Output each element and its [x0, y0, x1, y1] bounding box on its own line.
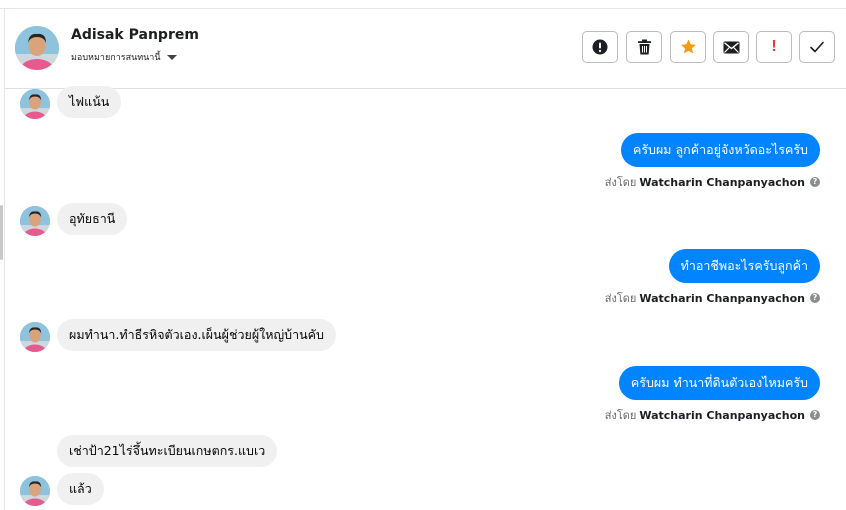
incoming-message: เช่าป้า21ไร่จึ้นทะเบียนเกษตกร.แบเว	[57, 435, 278, 467]
incoming-message: อุทัยธานี	[57, 203, 128, 235]
outgoing-message: ครับผม ทำนาที่ดินตัวเองไหมครับ	[618, 366, 820, 400]
star-button[interactable]	[670, 31, 706, 63]
agent-name: Watcharin Chanpanyachon	[639, 175, 805, 189]
sent-by-label: ส่งโดย Watcharin Chanpanyachon ?	[605, 289, 820, 307]
incoming-message: แล้ว	[57, 473, 104, 505]
sent-by-prefix: ส่งโดย	[604, 292, 637, 305]
sender-avatar[interactable]	[20, 206, 50, 236]
exclamation-icon: !	[771, 38, 777, 55]
assign-conversation-dropdown[interactable]: มอบหมายการสนทนานี้	[71, 50, 177, 64]
help-icon[interactable]: ?	[810, 293, 820, 303]
alert-circle-icon	[592, 39, 608, 55]
scrollbar-handle[interactable]	[0, 205, 3, 260]
contact-avatar[interactable]	[15, 26, 59, 70]
checkmark-icon	[810, 41, 824, 53]
assign-label: มอบหมายการสนทนานี้	[71, 53, 161, 63]
mark-spam-button[interactable]: !	[756, 31, 792, 63]
star-icon	[680, 39, 696, 54]
outgoing-message: ทำอาชีพอะไรครับลูกค้า	[668, 249, 820, 283]
sender-avatar[interactable]	[20, 476, 50, 506]
mark-alert-button[interactable]	[582, 31, 618, 63]
sender-avatar[interactable]	[20, 322, 50, 352]
conversation-header: Adisak Panprem มอบหมายการสนทนานี้ !	[5, 9, 846, 89]
incoming-message: ไฟแน้น	[57, 86, 122, 118]
sender-avatar[interactable]	[20, 89, 50, 119]
mark-done-button[interactable]	[799, 31, 835, 63]
sent-by-prefix: ส่งโดย	[604, 176, 637, 189]
sent-by-prefix: ส่งโดย	[604, 409, 637, 422]
sent-by-label: ส่งโดย Watcharin Chanpanyachon ?	[605, 173, 820, 191]
agent-name: Watcharin Chanpanyachon	[639, 408, 805, 422]
help-icon[interactable]: ?	[810, 410, 820, 420]
agent-name: Watcharin Chanpanyachon	[639, 291, 805, 305]
contact-name[interactable]: Adisak Panprem	[71, 27, 199, 43]
sent-by-label: ส่งโดย Watcharin Chanpanyachon ?	[605, 406, 820, 424]
mail-icon	[723, 41, 739, 53]
trash-icon	[637, 39, 651, 55]
delete-button[interactable]	[626, 31, 662, 63]
incoming-message: ผมทำนา.ทำธีรหิจตัวเอง.เผ็นผู้ช่วยผู้ใหญ่…	[57, 319, 336, 351]
outgoing-message: ครับผม ลูกค้าอยู่จังหวัดอะไรครับ	[620, 133, 820, 167]
help-icon[interactable]: ?	[810, 177, 820, 187]
mark-unread-button[interactable]	[713, 31, 749, 63]
chevron-down-icon	[166, 54, 177, 60]
